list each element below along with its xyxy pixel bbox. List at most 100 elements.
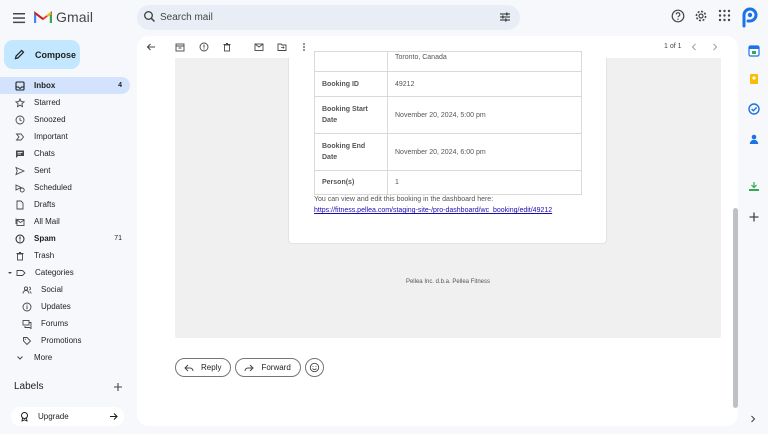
sidebar-item-forums[interactable]: Forums [0,315,130,332]
star-icon [14,97,26,109]
table-row: Person(s) 1 [314,170,582,195]
badge-icon [21,412,28,422]
table-cell-value: 49212 [387,71,582,97]
labels-heading: Labels [14,381,44,392]
sidebar-item-important[interactable]: Important [0,128,130,145]
forward-button[interactable]: Forward [235,358,301,377]
sidebar-item-label: Categories [35,268,74,277]
top-bar: Gmail [0,0,768,36]
delete-icon[interactable] [222,42,232,52]
table-cell-key: Person(s) [314,170,388,195]
message-pane: 1 of 1 Toronto, Canada Booking ID 49212 … [137,36,738,426]
mark-unread-icon[interactable] [254,42,264,52]
side-panel-rail [742,36,768,434]
sidebar-item-starred[interactable]: Starred [0,94,130,111]
gmail-m-icon [34,11,52,23]
sidebar-item-spam[interactable]: Spam 71 [0,230,130,247]
sidebar-item-chats[interactable]: Chats [0,145,130,162]
sidebar-item-trash[interactable]: Trash [0,247,130,264]
reply-button[interactable]: Reply [175,358,232,377]
help-icon[interactable] [671,9,685,23]
settings-gear-icon[interactable] [694,9,708,23]
scrollbar[interactable] [733,208,738,408]
sidebar-item-snoozed[interactable]: Snoozed [0,111,130,128]
compose-button[interactable]: Compose [4,40,80,69]
tasks-icon[interactable] [748,103,760,115]
email-footer: Pellea Inc. d.b.a. Pellea Fitness [405,279,491,285]
add-label-icon[interactable] [113,382,123,392]
caret-down-icon[interactable] [7,270,13,276]
sidebar-item-social[interactable]: Social [0,281,130,298]
booking-card: Toronto, Canada Booking ID 49212 Booking… [288,51,607,244]
download-addon-icon[interactable] [748,181,760,193]
arrow-right-icon [110,413,118,420]
sidebar-item-more[interactable]: More [0,349,130,366]
more-vert-icon[interactable] [301,42,307,52]
sidebar-item-label: Updates [41,302,71,311]
sidebar-item-label: Inbox [34,81,56,90]
sidebar-item-label: Trash [34,251,55,260]
updates-icon [21,301,33,313]
sidebar-item-label: Social [41,285,63,294]
sidebar-item-sent[interactable]: Sent [0,162,130,179]
nav-list: Inbox 4 Starred Snoozed Important Chats … [0,77,130,366]
all-mail-icon [14,216,26,228]
sidebar-item-drafts[interactable]: Drafts [0,196,130,213]
sidebar-item-label: Starred [34,98,61,107]
label-icon [15,267,27,279]
apps-grid-icon[interactable] [718,9,731,22]
app-name: Gmail [56,9,94,25]
search-bar[interactable] [137,5,520,30]
spam-icon [14,233,26,245]
smiley-icon [309,362,319,373]
dashboard-link[interactable]: https://fitness.pellea.com/staging-site-… [314,207,552,214]
scheduled-icon [14,182,26,194]
archive-icon[interactable] [175,42,185,52]
account-avatar-icon[interactable] [739,6,761,28]
table-cell-value: Toronto, Canada [387,51,582,72]
pencil-icon [14,49,25,60]
promotions-icon [21,335,33,347]
sidebar-item-categories[interactable]: Categories [0,264,130,281]
emoji-reaction-button[interactable] [304,358,324,377]
social-icon [21,284,33,296]
sidebar-item-updates[interactable]: Updates [0,298,130,315]
upgrade-label: Upgrade [38,412,69,421]
pagination-text: 1 of 1 [664,43,682,50]
sidebar-item-label: Important [34,132,68,141]
expand-panel-chevron-icon[interactable] [748,414,758,424]
reply-icon [184,364,194,371]
sidebar-item-label: Snoozed [34,115,66,124]
search-input[interactable] [160,9,480,26]
chevron-right-icon[interactable] [711,42,719,52]
main-menu-icon[interactable] [10,9,28,27]
sidebar-item-scheduled[interactable]: Scheduled [0,179,130,196]
contacts-icon[interactable] [748,133,760,145]
sidebar-item-promotions[interactable]: Promotions [0,332,130,349]
table-cell-key: Booking ID [314,71,388,97]
sidebar-item-all-mail[interactable]: All Mail [0,213,130,230]
forward-icon [244,364,255,371]
upgrade-button[interactable]: Upgrade [11,407,124,426]
sidebar-item-label: All Mail [34,217,60,226]
gmail-logo[interactable]: Gmail [34,9,93,25]
draft-icon [14,199,26,211]
chevron-left-icon[interactable] [690,42,698,52]
sidebar-item-label: Chats [34,149,55,158]
move-to-icon[interactable] [277,42,287,52]
table-cell-key: Booking End Date [314,133,388,171]
table-cell-value: November 20, 2024, 6:00 pm [387,133,582,171]
keep-icon[interactable] [748,73,760,85]
sidebar-item-label: Sent [34,166,51,175]
reply-actions: Reply Forward [175,358,324,377]
dashboard-note: You can view and edit this booking in th… [314,196,494,203]
search-icon[interactable] [143,10,156,23]
calendar-icon[interactable] [748,45,760,57]
table-cell-value: 1 [387,170,582,195]
back-arrow-icon[interactable] [146,42,156,52]
add-addon-icon[interactable] [748,211,760,223]
booking-table: Toronto, Canada Booking ID 49212 Booking… [314,51,582,195]
sidebar-item-inbox[interactable]: Inbox 4 [0,77,130,94]
report-spam-icon[interactable] [199,42,209,52]
search-options-icon[interactable] [499,11,511,23]
